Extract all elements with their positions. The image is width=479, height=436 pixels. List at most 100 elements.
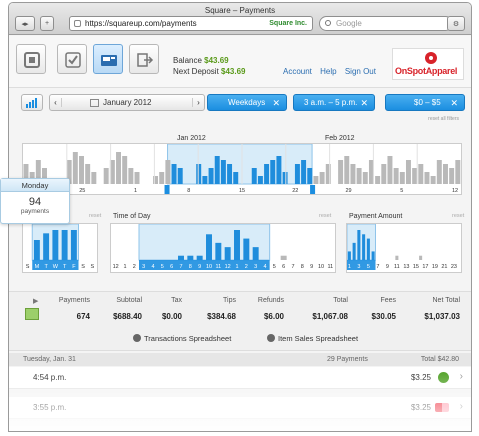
axis-tick-label: 5: [367, 264, 370, 270]
logout-nav-button[interactable]: [129, 44, 159, 74]
chart-bar: [252, 247, 259, 260]
transaction-time: 4:54 p.m.: [33, 373, 67, 382]
axis-tick-label: W: [53, 264, 59, 270]
url-field[interactable]: https://squareup.com/payments Square Inc…: [69, 16, 313, 31]
totals-header: Subtotal: [116, 297, 142, 304]
sign-out-link[interactable]: Sign Out: [345, 67, 376, 76]
transactions-spreadsheet-link[interactable]: Transactions Spreadsheet: [133, 334, 231, 343]
merchant-logo-text: OnSpotApparel: [395, 66, 458, 76]
totals-header: Tips: [223, 297, 236, 304]
item-sales-spreadsheet-link[interactable]: Item Sales Spreadsheet: [267, 334, 358, 343]
chart-bar: [52, 230, 59, 260]
date-bar: [399, 172, 405, 184]
close-icon[interactable]: ✕: [272, 98, 280, 109]
payments-nav-button[interactable]: [93, 44, 123, 74]
axis-tick-label: 2: [245, 264, 248, 270]
date-bar: [338, 160, 344, 184]
totals-value: $30.05: [371, 312, 396, 321]
receipt-icon: [25, 308, 39, 320]
chart-bar: [215, 242, 222, 260]
checklist-icon: [65, 52, 81, 68]
selected-axis-band: [139, 260, 270, 270]
chart-bar: [366, 238, 370, 260]
range-handle-right[interactable]: [310, 185, 316, 194]
filter-chip-label: $0 – $5: [414, 98, 441, 107]
account-link[interactable]: Account: [283, 67, 312, 76]
axis-tick-label: 8: [301, 264, 304, 270]
date-bar: [116, 152, 122, 184]
prev-month-icon[interactable]: ‹: [50, 98, 62, 107]
totals-header: Refunds: [257, 297, 284, 304]
date-chart[interactable]: 182518152229512: [22, 143, 462, 195]
date-bar: [165, 160, 171, 184]
exit-icon: [137, 53, 154, 67]
axis-tick-label: S: [26, 264, 30, 270]
date-bar: [159, 172, 165, 184]
amount-reset-link[interactable]: reset: [452, 213, 464, 219]
chart-bar: [178, 255, 184, 260]
back-forward-button[interactable]: ◂▸: [15, 16, 35, 31]
bar-chart-icon: [26, 97, 37, 108]
day-chart[interactable]: SMTWTFSS: [22, 223, 98, 273]
time-chart[interactable]: 12 1 2 3 4 5 6 7 8 9 10 11 12 1 2 3 4 5 6 7 8 9 10 11: [110, 223, 336, 273]
chevron-right-icon[interactable]: ›: [460, 371, 463, 382]
next-month-icon[interactable]: ›: [192, 98, 204, 107]
date-bar: [449, 168, 455, 184]
square-home-button[interactable]: [16, 44, 46, 74]
chart-bar: [196, 255, 203, 260]
axis-tick-label: 15: [413, 264, 419, 270]
axis-tick-label: 3: [254, 264, 257, 270]
axis-tick-label: 6: [170, 264, 173, 270]
chart-bar: [43, 233, 50, 260]
date-bar: [251, 168, 257, 184]
axis-tick-label: 4: [263, 264, 266, 270]
time-of-day-title: Time of Day: [113, 213, 151, 220]
search-placeholder: Google: [336, 19, 362, 28]
merchant-logo: OnSpotApparel: [392, 48, 464, 80]
help-link[interactable]: Help: [320, 67, 336, 76]
transaction-amount: $3.25: [410, 373, 431, 382]
axis-tick-label: 2: [133, 264, 136, 270]
axis-tick-label: 12: [225, 264, 231, 270]
month-picker[interactable]: ‹ January 2012 ›: [49, 94, 205, 111]
transaction-row[interactable]: 4:54 p.m. $3.25 ›: [9, 367, 471, 389]
checklist-nav-button[interactable]: [57, 44, 87, 74]
close-icon[interactable]: ✕: [450, 98, 458, 109]
date-bar: [227, 164, 233, 184]
range-handle-left[interactable]: [164, 185, 170, 194]
axis-tick-label: 19: [432, 264, 438, 270]
axis-tick-label: 9: [198, 264, 201, 270]
selection-range[interactable]: [346, 223, 376, 261]
reset-all-filters-link[interactable]: reset all filters: [428, 116, 459, 122]
filter-chip-weekdays[interactable]: Weekdays ✕: [207, 94, 287, 111]
chart-bar: [347, 251, 351, 260]
totals-value: $1,037.03: [424, 312, 460, 321]
expand-icon[interactable]: ▶: [33, 297, 38, 305]
filter-chip-amount[interactable]: $0 – $5 ✕: [385, 94, 465, 111]
close-icon[interactable]: ✕: [360, 98, 368, 109]
chart-bar: [419, 255, 423, 260]
totals-value: 674: [76, 312, 90, 321]
chart-bar: [280, 255, 287, 260]
selection-range[interactable]: [138, 223, 271, 261]
lock-icon: [74, 20, 81, 27]
gear-icon[interactable]: ⚙: [447, 16, 465, 31]
time-reset-link[interactable]: reset: [319, 213, 331, 219]
new-tab-button[interactable]: +: [40, 16, 54, 31]
date-bar: [294, 164, 300, 184]
account-links: Account Help Sign Out: [283, 67, 382, 76]
chart-view-button[interactable]: [21, 94, 43, 111]
window-title: Square – Payments: [204, 6, 276, 15]
day-group-total: Total $42.80: [420, 356, 459, 363]
search-input[interactable]: Google: [319, 16, 453, 31]
axis-tick-label: 17: [422, 264, 428, 270]
amount-chart[interactable]: 1 3 5 7 9 11 13 15 17 19 21 23: [346, 223, 462, 273]
filter-chip-time[interactable]: 3 a.m. – 5 p.m. ✕: [293, 94, 375, 111]
selection-range[interactable]: [167, 143, 313, 185]
axis-tick-label: 8: [189, 264, 192, 270]
totals-bar: ▶ Payments Subtotal Tax Tips Refunds Total Fee…: [9, 291, 471, 327]
day-reset-link[interactable]: reset: [89, 213, 101, 219]
chevron-right-icon[interactable]: ›: [460, 401, 463, 412]
transaction-row[interactable]: 3:55 p.m. $3.25 ›: [9, 397, 471, 419]
date-bar: [103, 168, 109, 184]
